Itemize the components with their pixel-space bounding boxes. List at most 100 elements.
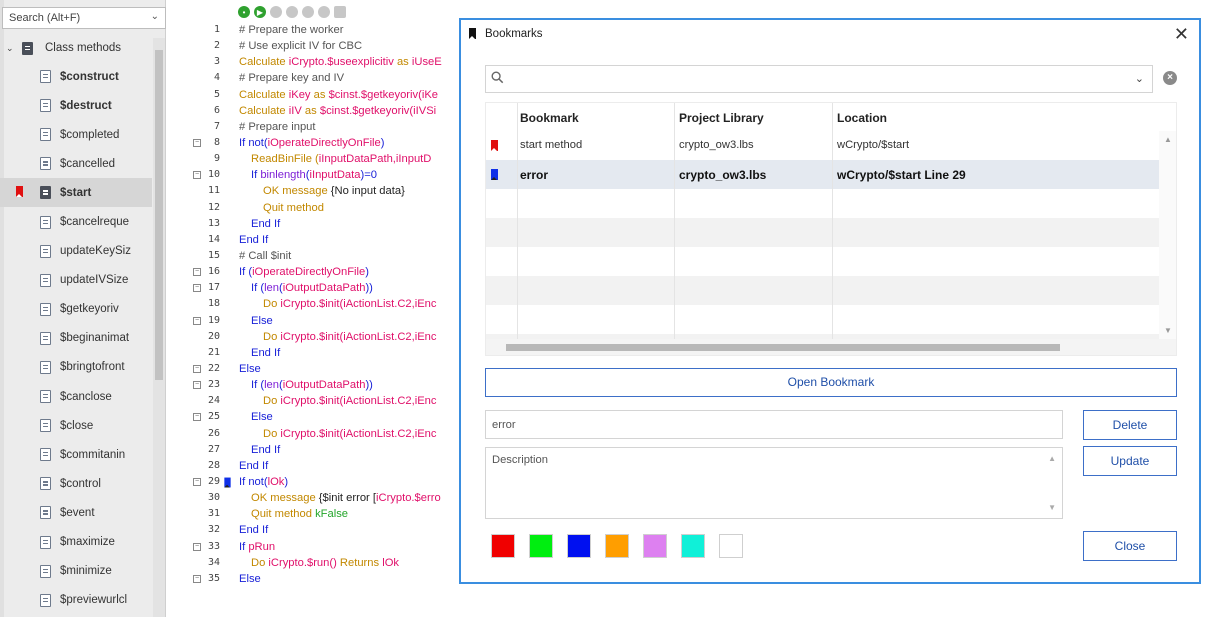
code-line[interactable]: 20 Do iCrypto.$init(iActionList.C2,iEnc — [168, 329, 468, 345]
column-header-project-library[interactable]: Project Library — [679, 111, 764, 125]
update-button[interactable]: Update — [1083, 446, 1177, 476]
method-item[interactable]: $previewurlcl — [0, 586, 152, 615]
code-line[interactable]: 34 Do iCrypto.$run() Returns lOk — [168, 555, 468, 571]
bookmark-search-input[interactable]: ⌄ — [485, 65, 1153, 93]
code-line[interactable]: 3 Calculate iCrypto.$useexplicitiv as iUs… — [168, 54, 468, 70]
close-icon[interactable]: ✕ — [1174, 24, 1189, 45]
method-item[interactable]: updateKeySiz — [0, 237, 152, 266]
code-line[interactable]: 30 OK message {$init error [iCrypto.$erro — [168, 490, 468, 506]
code-line[interactable]: −8 If not(iOperateDirectlyOnFile) — [168, 135, 468, 151]
table-hscroll-thumb[interactable] — [506, 344, 1060, 351]
method-item[interactable]: updateIVSize — [0, 266, 152, 295]
code-line[interactable]: −16 If (iOperateDirectlyOnFile) — [168, 264, 468, 280]
code-line[interactable]: −22 Else — [168, 361, 468, 377]
empty-row[interactable] — [486, 276, 1160, 305]
code-line[interactable]: 28 End If — [168, 458, 468, 474]
tree-node-class-methods[interactable]: ⌄ Class methods — [6, 38, 156, 58]
code-line[interactable]: 26 Do iCrypto.$init(iActionList.C2,iEnc — [168, 426, 468, 442]
empty-row[interactable] — [486, 189, 1160, 218]
code-line[interactable]: 1 # Prepare the worker — [168, 22, 468, 38]
method-item[interactable]: $cancelreque — [0, 207, 152, 236]
method-item[interactable]: $canclose — [0, 382, 152, 411]
code-line[interactable]: −29 If not(lOk) — [168, 474, 468, 490]
step-over-icon[interactable] — [270, 6, 282, 18]
chevron-down-icon[interactable]: ⌄ — [151, 11, 159, 22]
empty-row[interactable] — [486, 247, 1160, 276]
scroll-down-icon[interactable]: ▼ — [1048, 503, 1056, 512]
code-line[interactable]: 31 Quit method kFalse — [168, 506, 468, 522]
code-line[interactable]: −19 Else — [168, 313, 468, 329]
run-icon[interactable]: ▶ — [254, 6, 266, 18]
code-line[interactable]: −23 If (len(iOutputDataPath)) — [168, 377, 468, 393]
stop-icon[interactable] — [334, 6, 346, 18]
code-line[interactable]: 13 End If — [168, 216, 468, 232]
method-item[interactable]: $construct — [0, 62, 152, 91]
method-item[interactable]: $beginanimat — [0, 324, 152, 353]
step-into-icon[interactable] — [286, 6, 298, 18]
code-line[interactable]: 5 Calculate iKey as $cinst.$getkeyoriv(iK… — [168, 87, 468, 103]
method-item[interactable]: $completed — [0, 120, 152, 149]
method-item[interactable]: $start — [0, 178, 152, 208]
method-item[interactable]: $control — [0, 469, 152, 498]
expand-arrow-icon[interactable]: ⌄ — [6, 43, 18, 54]
color-swatch[interactable] — [681, 534, 705, 558]
code-line[interactable]: 11 OK message {No input data} — [168, 183, 468, 199]
code-line[interactable]: 7 # Prepare input — [168, 119, 468, 135]
sidebar-scroll-thumb[interactable] — [155, 50, 163, 380]
code-line[interactable]: 27 End If — [168, 442, 468, 458]
chevron-down-icon[interactable]: ⌄ — [1135, 72, 1144, 85]
bookmark-row[interactable]: start method crypto_ow3.lbs wCrypto/$start — [486, 131, 1160, 160]
column-header-bookmark[interactable]: Bookmark — [520, 111, 579, 125]
code-line[interactable]: 21 End If — [168, 345, 468, 361]
code-line[interactable]: −33 If pRun — [168, 539, 468, 555]
code-line[interactable]: −10 If binlength(iInputData)=0 — [168, 167, 468, 183]
code-line[interactable]: −35 Else — [168, 571, 468, 587]
color-swatch[interactable] — [643, 534, 667, 558]
method-item[interactable]: $maximize — [0, 528, 152, 557]
method-item[interactable]: $close — [0, 411, 152, 440]
code-editor[interactable]: • ▶ 1 # Prepare the worker 2 # Use explicit… — [168, 0, 468, 617]
table-vertical-scrollbar[interactable]: ▲ ▼ — [1159, 131, 1176, 339]
step-out-icon[interactable] — [302, 6, 314, 18]
method-item[interactable]: $event — [0, 498, 152, 527]
empty-row[interactable] — [486, 305, 1160, 334]
code-line[interactable]: 15 # Call $init — [168, 248, 468, 264]
column-header-location[interactable]: Location — [837, 111, 887, 125]
bookmark-name-field[interactable]: error — [485, 410, 1063, 439]
color-swatch[interactable] — [529, 534, 553, 558]
delete-button[interactable]: Delete — [1083, 410, 1177, 440]
code-line[interactable]: 14 End If — [168, 232, 468, 248]
code-line[interactable]: −17 If (len(iOutputDataPath)) — [168, 280, 468, 296]
close-button[interactable]: Close — [1083, 531, 1177, 561]
table-horizontal-scrollbar[interactable] — [486, 339, 1176, 355]
code-line[interactable]: 24 Do iCrypto.$init(iActionList.C2,iEnc — [168, 393, 468, 409]
code-line[interactable]: 18 Do iCrypto.$init(iActionList.C2,iEnc — [168, 296, 468, 312]
method-item[interactable]: $cancelled — [0, 149, 152, 178]
method-item[interactable]: $getkeyoriv — [0, 295, 152, 324]
scroll-up-icon[interactable]: ▲ — [1048, 454, 1056, 463]
bookmark-description-field[interactable]: Description ▲ ▼ — [485, 447, 1063, 519]
code-line[interactable]: 2 # Use explicit IV for CBC — [168, 38, 468, 54]
step-icon[interactable]: • — [238, 6, 250, 18]
color-swatch[interactable] — [605, 534, 629, 558]
code-line[interactable]: 12 Quit method — [168, 200, 468, 216]
method-item[interactable]: $destruct — [0, 91, 152, 120]
method-search-input[interactable]: Search (Alt+F) ⌄ — [2, 7, 166, 29]
color-swatch[interactable] — [491, 534, 515, 558]
color-swatch[interactable] — [567, 534, 591, 558]
color-swatch[interactable] — [719, 534, 743, 558]
pause-icon[interactable] — [318, 6, 330, 18]
code-line[interactable]: 9 ReadBinFile (iInputDataPath,iInputD — [168, 151, 468, 167]
scroll-up-icon[interactable]: ▲ — [1164, 135, 1172, 144]
code-line[interactable]: 6 Calculate iIV as $cinst.$getkeyoriv(iIV… — [168, 103, 468, 119]
scroll-down-icon[interactable]: ▼ — [1164, 326, 1172, 335]
method-item[interactable]: $bringtofront — [0, 353, 152, 382]
code-line[interactable]: −25 Else — [168, 409, 468, 425]
bookmark-row[interactable]: error crypto_ow3.lbs wCrypto/$start Line 2… — [486, 160, 1160, 189]
sidebar-scrollbar[interactable] — [153, 38, 165, 617]
code-line[interactable]: 32 End If — [168, 522, 468, 538]
method-item[interactable]: $commitanin — [0, 440, 152, 469]
code-line[interactable]: 4 # Prepare key and IV — [168, 70, 468, 86]
clear-search-icon[interactable]: × — [1163, 71, 1177, 85]
empty-row[interactable] — [486, 218, 1160, 247]
